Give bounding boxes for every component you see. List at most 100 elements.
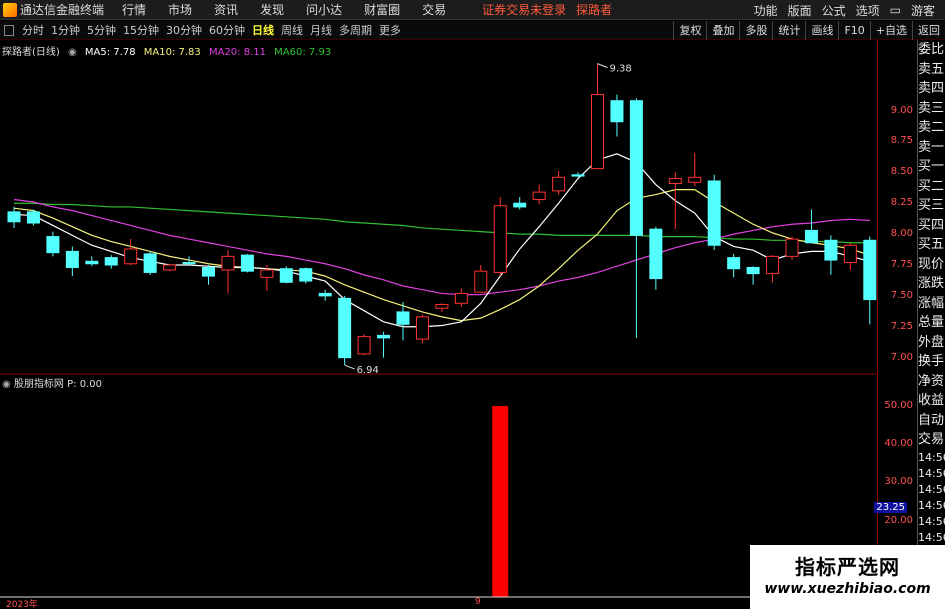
candle[interactable] [532,184,546,205]
period-more[interactable]: 更多 [379,22,401,38]
menu-wealth[interactable]: 财富圈 [364,1,400,18]
side-label[interactable]: 买二 [918,177,945,197]
candle[interactable] [804,209,818,244]
candle[interactable] [746,266,760,285]
side-label[interactable]: 换手 [918,352,945,372]
candle[interactable] [863,236,877,325]
period-weekly[interactable]: 周线 [281,22,303,38]
tool-add-watchlist[interactable]: +自选 [869,21,912,40]
side-label[interactable]: 买五 [918,235,945,255]
side-label[interactable]: 14:56 [918,498,945,514]
side-label[interactable]: 买一 [918,157,945,177]
tool-back[interactable]: 返回 [912,21,945,40]
period-monthly[interactable]: 月线 [310,22,332,38]
menu-discover[interactable]: 发现 [260,1,284,18]
side-label[interactable]: 卖一 [918,138,945,158]
candle[interactable] [26,209,40,226]
candle[interactable] [435,303,449,312]
side-label[interactable]: 自动 [918,411,945,431]
menu-ask[interactable]: 问小达 [306,1,342,18]
candle[interactable] [163,263,177,272]
candle[interactable] [85,256,99,267]
menu-function[interactable]: 功能 [754,2,778,19]
candle[interactable] [688,152,702,186]
side-label[interactable]: 净资 [918,372,945,392]
candle[interactable] [668,172,682,230]
side-label[interactable]: 总量 [918,313,945,333]
candle[interactable] [454,288,468,307]
candle[interactable] [707,174,721,251]
candle[interactable] [357,334,371,356]
candle[interactable] [65,246,79,277]
candle[interactable] [824,235,838,275]
candle[interactable] [571,172,585,178]
period-daily[interactable]: 日线 [252,22,274,38]
candle[interactable] [124,239,138,265]
login-warning[interactable]: 证券交易未登录 [482,1,566,18]
candle[interactable] [843,242,857,270]
candle[interactable] [46,231,60,257]
side-label[interactable]: 14:56 [918,514,945,530]
side-label[interactable]: 涨跌 [918,274,945,294]
candle[interactable] [143,251,157,275]
candle[interactable] [299,267,313,284]
tool-draw[interactable]: 画线 [805,21,838,40]
side-label[interactable]: 14:56 [918,530,945,546]
period-30min[interactable]: 30分钟 [166,22,202,38]
period-1min[interactable]: 1分钟 [51,22,80,38]
menu-trade[interactable]: 交易 [422,1,446,18]
candle[interactable] [7,206,21,228]
candle[interactable] [766,255,780,283]
side-label[interactable]: 买四 [918,216,945,236]
candle[interactable] [377,331,391,358]
candle[interactable] [221,250,235,294]
tool-f10[interactable]: F10 [838,21,869,40]
menu-news[interactable]: 资讯 [214,1,238,18]
tool-stats[interactable]: 统计 [772,21,805,40]
period-15min[interactable]: 15分钟 [123,22,159,38]
side-label[interactable]: 14:56 [918,482,945,498]
side-label[interactable]: 收益 [918,391,945,411]
window-controls-icon[interactable]: ▭ [890,3,901,17]
side-label[interactable]: 交易 [918,430,945,450]
candle[interactable] [338,295,352,366]
collapse-icon[interactable] [4,24,14,36]
guest-label[interactable]: 游客 [911,2,935,19]
menu-layout[interactable]: 版面 [788,2,812,19]
side-label[interactable]: 卖五 [918,60,945,80]
candle[interactable] [591,63,604,170]
menu-formula[interactable]: 公式 [822,2,846,19]
candle[interactable] [513,197,527,210]
side-label[interactable]: 卖四 [918,79,945,99]
candle[interactable] [649,226,663,290]
side-label[interactable]: 买三 [918,196,945,216]
side-label[interactable]: 现价 [918,255,945,275]
tool-multi-stock[interactable]: 多股 [739,21,772,40]
candle[interactable] [104,255,118,269]
candle[interactable] [279,266,293,284]
side-label[interactable]: 外盘 [918,333,945,353]
chart-canvas[interactable]: 9.38 6.94 [0,40,877,609]
sub-settings-icon[interactable]: ◉ [2,379,11,390]
menu-market[interactable]: 市场 [168,1,192,18]
side-label[interactable]: 涨幅 [918,294,945,314]
tool-adjust[interactable]: 复权 [673,21,706,40]
period-5min[interactable]: 5分钟 [87,22,116,38]
candle[interactable] [396,302,410,341]
period-60min[interactable]: 60分钟 [209,22,245,38]
candle[interactable] [629,98,643,338]
candle[interactable] [415,314,429,343]
settings-icon[interactable]: ◉ [68,47,77,58]
candle[interactable] [474,265,488,293]
candle[interactable] [552,171,566,195]
menu-options[interactable]: 选项 [856,2,880,19]
side-label[interactable]: 卖三 [918,99,945,119]
side-label[interactable]: 14:56 [918,450,945,466]
side-label[interactable]: 委比 [918,40,945,60]
candle[interactable] [240,253,254,273]
candle[interactable] [318,289,332,301]
candle[interactable] [202,265,215,285]
side-label[interactable]: 卖二 [918,118,945,138]
menu-quotes[interactable]: 行情 [122,1,146,18]
candle[interactable] [785,236,799,261]
